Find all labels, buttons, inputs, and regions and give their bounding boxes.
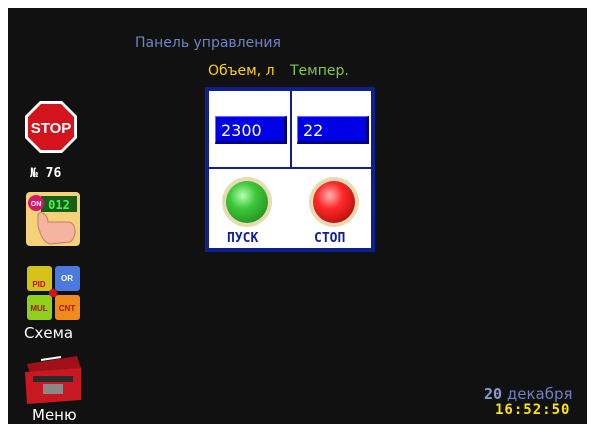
start-label: ПУСК [227, 231, 259, 246]
temperature-field[interactable]: 22 [297, 116, 369, 144]
volume-field[interactable]: 2300 [215, 116, 287, 144]
cnt-block-label: CNT [59, 304, 76, 313]
station-number: № 76 [30, 166, 62, 181]
stop-button[interactable] [309, 177, 359, 227]
hand-display-on: ON [31, 201, 42, 208]
temperature-cell: 22 [290, 89, 373, 169]
toolbox-icon[interactable] [21, 350, 85, 408]
time-display: 16:52:50 [495, 402, 571, 418]
page-title: Панель управления [135, 35, 281, 51]
menu-label: Меню [32, 406, 77, 424]
scheme-icon[interactable]: PID OR MUL CNT [26, 265, 82, 323]
red-lamp-icon [313, 181, 355, 223]
stop-sign-text: STOP [31, 120, 72, 137]
temperature-label: Темпер. [290, 63, 349, 79]
stop-label: СТОП [314, 231, 346, 246]
hand-display-value: 012 [48, 198, 70, 212]
stop-sign-icon[interactable]: STOP [24, 100, 78, 154]
manual-on-icon[interactable]: 012 ON [26, 192, 80, 246]
pid-block-label: PID [32, 280, 46, 289]
volume-label: Объем, л [208, 63, 275, 79]
date-day: 20 [484, 385, 503, 403]
or-block-label: OR [61, 274, 73, 283]
buttons-cell: ПУСК СТОП [207, 167, 373, 250]
date-display: 20 декабря [484, 385, 573, 403]
start-button[interactable] [222, 177, 272, 227]
green-lamp-icon [226, 181, 268, 223]
scheme-label: Схема [24, 324, 74, 342]
control-panel: 2300 22 ПУСК СТОП [205, 87, 375, 252]
hmi-screen: Панель управления Объем, л Темпер. 2300 … [8, 8, 587, 424]
mul-block-label: MUL [30, 304, 47, 313]
volume-cell: 2300 [207, 89, 292, 169]
date-month: декабря [506, 385, 573, 403]
